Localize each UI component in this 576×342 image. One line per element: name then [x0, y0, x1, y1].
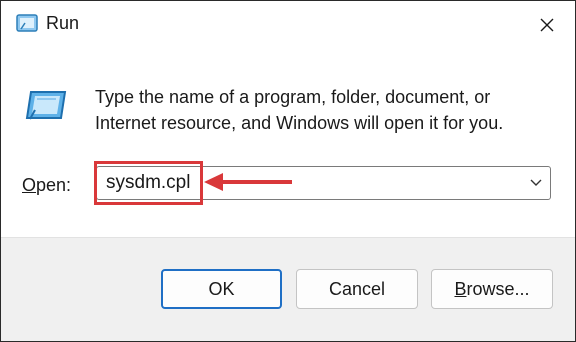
- dialog-description: Type the name of a program, folder, docu…: [95, 87, 504, 133]
- arrow-left-icon: [204, 173, 292, 191]
- cancel-button[interactable]: Cancel: [296, 269, 418, 309]
- close-icon: [540, 18, 554, 32]
- browse-button[interactable]: Browse...: [431, 269, 553, 309]
- chevron-down-icon[interactable]: [529, 177, 543, 189]
- annotation-highlight-box: [94, 161, 203, 205]
- open-label-mnemonic: O: [22, 175, 37, 195]
- open-label: Open:: [22, 175, 71, 196]
- close-button[interactable]: [527, 7, 567, 43]
- button-bar: OK Cancel Browse...: [1, 237, 575, 341]
- browse-label-rest: rowse...: [466, 278, 530, 299]
- title-bar[interactable]: Run: [1, 1, 575, 47]
- browse-mnemonic: B: [454, 278, 467, 299]
- window-title: Run: [46, 13, 80, 33]
- ok-button[interactable]: OK: [161, 269, 282, 309]
- run-dialog: Run Type the name of a program, folder, …: [0, 0, 576, 342]
- run-icon: [25, 91, 67, 120]
- run-icon: [16, 14, 38, 32]
- open-label-rest: pen:: [36, 175, 72, 195]
